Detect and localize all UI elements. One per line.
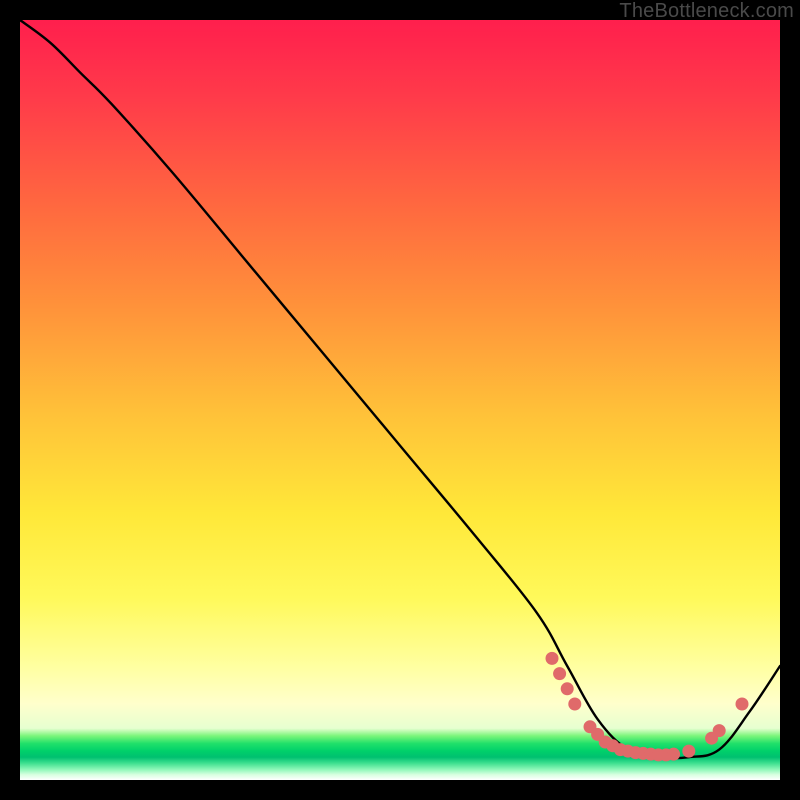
plot-area — [20, 20, 780, 780]
watermark-text: TheBottleneck.com — [619, 0, 794, 23]
marker-dot — [736, 698, 749, 711]
marker-dot — [568, 698, 581, 711]
marker-dots — [546, 652, 749, 762]
marker-dot — [561, 682, 574, 695]
curve-path — [20, 20, 780, 758]
marker-dot — [546, 652, 559, 665]
marker-dot — [682, 745, 695, 758]
marker-dot — [553, 667, 566, 680]
chart-svg — [20, 20, 780, 780]
chart-stage: TheBottleneck.com — [0, 0, 800, 800]
marker-dot — [667, 748, 680, 761]
marker-dot — [713, 724, 726, 737]
